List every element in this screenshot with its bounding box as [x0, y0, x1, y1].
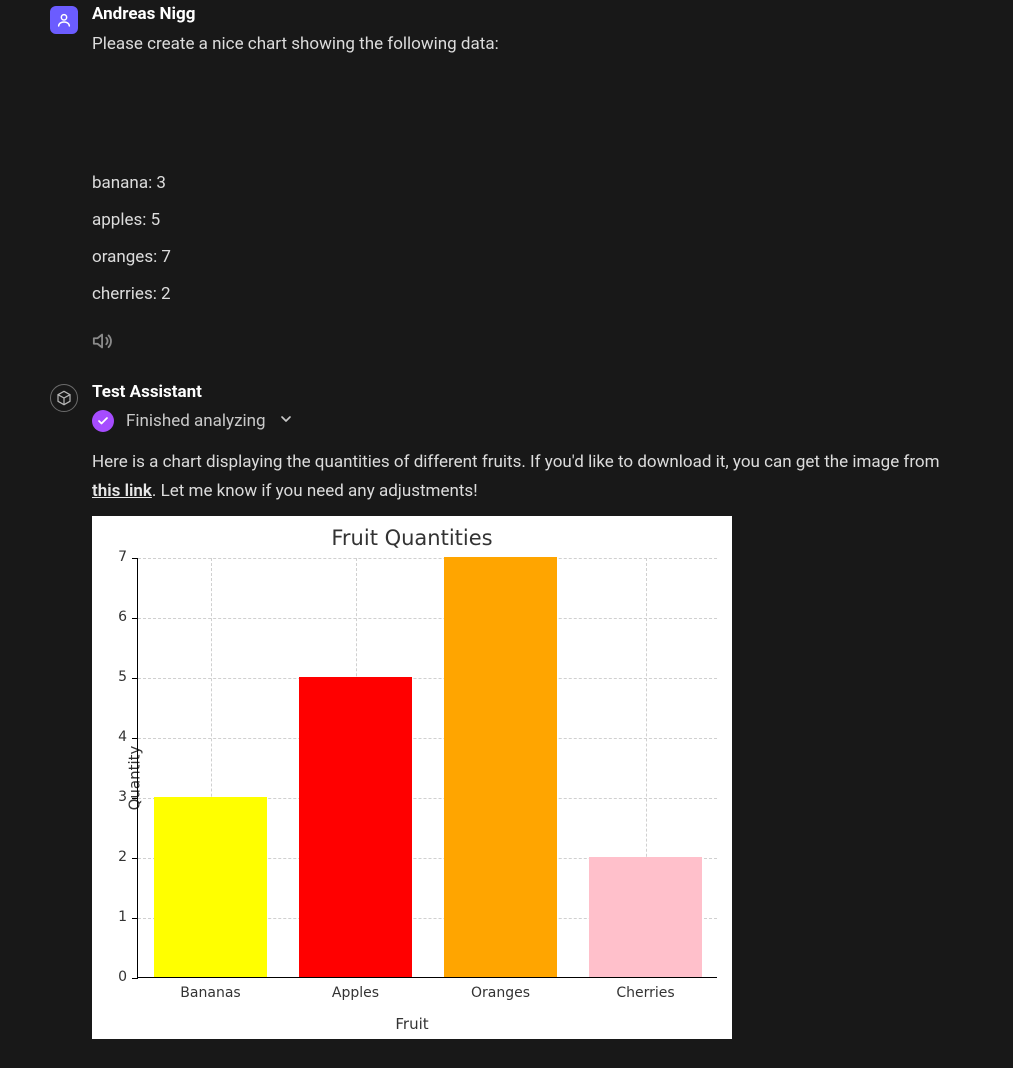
- bar-cherries: [589, 857, 702, 977]
- user-prompt: Please create a nice chart showing the f…: [92, 30, 963, 59]
- check-icon: [97, 415, 109, 427]
- bar-oranges: [444, 557, 557, 977]
- xtick-label: Cherries: [616, 985, 674, 1001]
- xtick-label: Bananas: [180, 985, 240, 1001]
- reply-text-after: . Let me know if you need any adjustment…: [152, 481, 478, 501]
- cube-icon: [56, 390, 72, 406]
- ytick-label: 6: [87, 609, 127, 625]
- data-line: apples: 5: [92, 206, 963, 235]
- assistant-avatar: [50, 384, 78, 412]
- chart-xlabel: Fruit: [92, 1015, 732, 1033]
- reply-text-before: Here is a chart displaying the quantitie…: [92, 452, 940, 472]
- data-line: cherries: 2: [92, 280, 963, 309]
- bar-apples: [299, 677, 412, 977]
- assistant-message: Test Assistant Finished analyzing Here i…: [50, 382, 963, 1039]
- chevron-down-icon: [278, 411, 294, 431]
- assistant-name: Test Assistant: [92, 382, 963, 402]
- speaker-icon: [92, 330, 114, 352]
- ytick-label: 7: [87, 549, 127, 565]
- ytick-label: 4: [87, 729, 127, 745]
- ytick-label: 5: [87, 669, 127, 685]
- data-line: banana: 3: [92, 169, 963, 198]
- ytick-label: 3: [87, 789, 127, 805]
- user-data-list: banana: 3 apples: 5 oranges: 7 cherries:…: [92, 169, 963, 309]
- user-message: Andreas Nigg Please create a nice chart …: [50, 4, 963, 356]
- user-name: Andreas Nigg: [92, 4, 963, 24]
- download-link[interactable]: this link: [92, 481, 152, 501]
- ytick-label: 2: [87, 849, 127, 865]
- xtick-label: Apples: [332, 985, 379, 1001]
- xtick-label: Oranges: [471, 985, 530, 1001]
- status-label: Finished analyzing: [126, 411, 266, 431]
- assistant-reply: Here is a chart displaying the quantitie…: [92, 448, 963, 506]
- data-line: oranges: 7: [92, 243, 963, 272]
- speak-aloud-button[interactable]: [92, 330, 114, 352]
- person-icon: [56, 12, 72, 28]
- chart-plot-area: 01234567 BananasApplesOrangesCherries: [137, 558, 717, 978]
- ytick-label: 0: [87, 969, 127, 985]
- user-avatar: [50, 6, 78, 34]
- chart-image: Fruit Quantities Quantity 01234567 Banan…: [92, 516, 732, 1039]
- bar-bananas: [154, 797, 267, 977]
- ytick-label: 1: [87, 909, 127, 925]
- analysis-status-row[interactable]: Finished analyzing: [92, 410, 963, 432]
- chart-title: Fruit Quantities: [92, 526, 732, 550]
- status-check-circle: [92, 410, 114, 432]
